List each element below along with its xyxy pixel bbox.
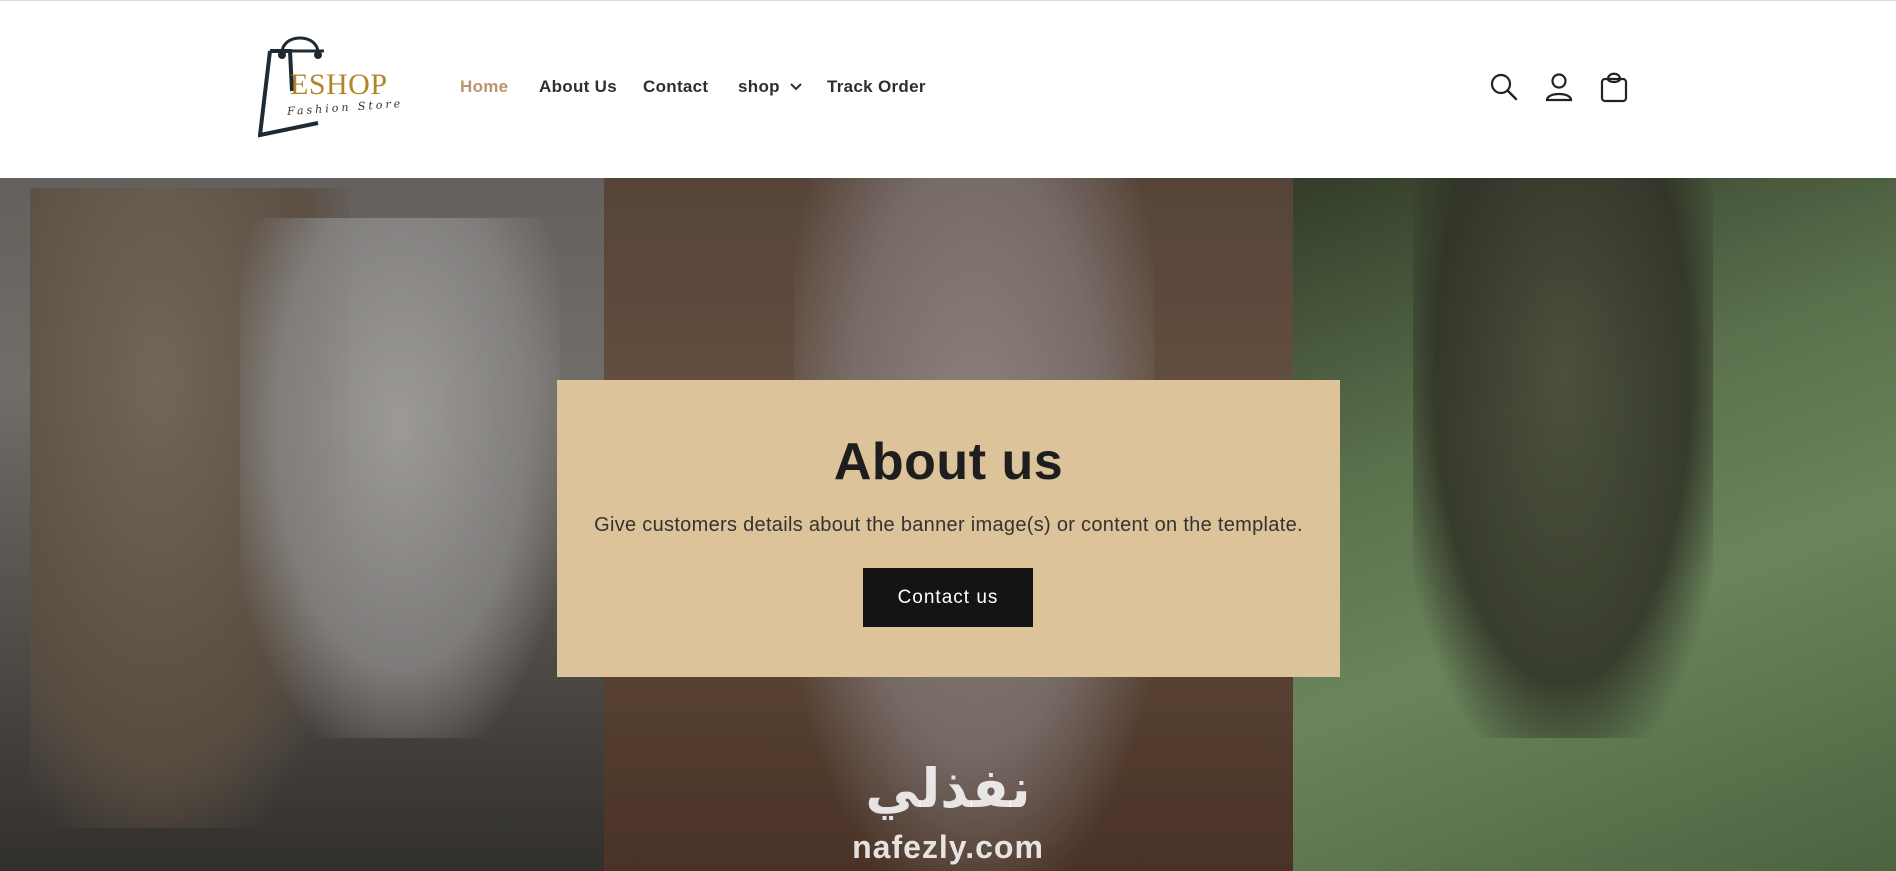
banner-content-card: About us Give customers details about th…	[557, 380, 1340, 677]
site-header: ESHOP Fashion Store Home About Us Contac…	[0, 0, 1896, 178]
watermark-arabic: نفذلي	[865, 757, 1031, 820]
nav-item-about-us[interactable]: About Us	[539, 77, 617, 97]
banner-title: About us	[833, 433, 1064, 491]
nav-item-shop[interactable]: shop	[738, 77, 780, 97]
watermark-url: nafezly.com	[852, 829, 1044, 865]
contact-us-button[interactable]: Contact us	[863, 568, 1033, 627]
banner-text: Give customers details about the banner …	[594, 514, 1303, 536]
logo-brand: ESHOP	[290, 68, 388, 101]
search-icon[interactable]	[1489, 71, 1519, 103]
cart-icon[interactable]	[1599, 71, 1629, 103]
account-icon[interactable]	[1544, 71, 1574, 103]
chevron-down-icon[interactable]	[789, 82, 803, 92]
nav-item-contact[interactable]: Contact	[643, 77, 708, 97]
nav-item-home[interactable]: Home	[460, 77, 508, 97]
nav-item-track-order[interactable]: Track Order	[827, 77, 926, 97]
